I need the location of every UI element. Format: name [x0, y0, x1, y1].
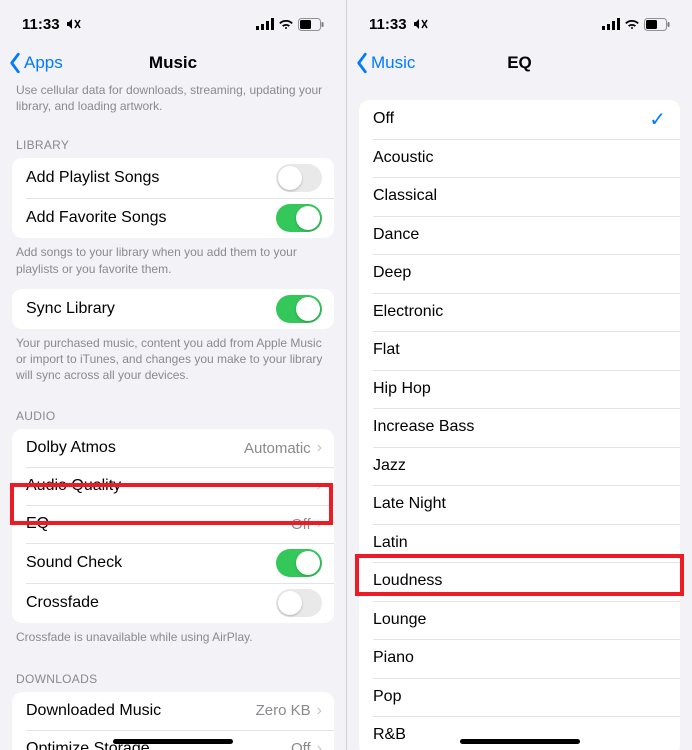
back-button[interactable]: Music: [355, 52, 415, 74]
section-downloads: DOWNLOADS: [0, 658, 346, 692]
signal-icon: [256, 18, 274, 30]
section-audio: AUDIO: [0, 395, 346, 429]
back-label: Music: [371, 53, 415, 73]
eq-option-r&b[interactable]: R&B: [359, 716, 680, 750]
status-bar: 11:33: [347, 0, 692, 44]
eq-option-label: Acoustic: [373, 149, 433, 167]
eq-option-label: Classical: [373, 187, 437, 205]
eq-option-hip-hop[interactable]: Hip Hop: [359, 370, 680, 409]
toggle-add-playlist[interactable]: [276, 164, 322, 192]
row-dolby-atmos[interactable]: Dolby Atmos Automatic ›: [12, 429, 334, 467]
eq-option-acoustic[interactable]: Acoustic: [359, 139, 680, 178]
toggle-add-favorite[interactable]: [276, 204, 322, 232]
eq-option-label: Flat: [373, 341, 400, 359]
eq-settings-screen: 11:33 Music EQ: [346, 0, 692, 750]
eq-option-label: Late Night: [373, 495, 446, 513]
eq-option-loudness[interactable]: Loudness: [359, 562, 680, 601]
wifi-icon: [624, 18, 640, 30]
eq-option-dance[interactable]: Dance: [359, 216, 680, 255]
content-scroll[interactable]: Use cellular data for downloads, streami…: [0, 82, 346, 750]
eq-option-label: Latin: [373, 534, 408, 552]
toggle-crossfade[interactable]: [276, 589, 322, 617]
content-scroll[interactable]: Off ✓ Acoustic Classical Dance Deep Electronic…: [347, 82, 692, 750]
eq-option-classical[interactable]: Classical: [359, 177, 680, 216]
row-eq[interactable]: EQ Off ›: [12, 505, 334, 543]
eq-option-label: Loudness: [373, 572, 442, 590]
add-songs-hint: Add songs to your library when you add t…: [0, 238, 346, 288]
chevron-right-icon: ›: [317, 702, 322, 720]
eq-option-off[interactable]: Off ✓: [359, 100, 680, 139]
nav-bar: Apps Music: [0, 44, 346, 82]
mute-icon: [66, 17, 82, 31]
signal-icon: [602, 18, 620, 30]
eq-option-label: Jazz: [373, 457, 406, 475]
eq-option-lounge[interactable]: Lounge: [359, 601, 680, 640]
section-library: LIBRARY: [0, 124, 346, 158]
chevron-right-icon: ›: [317, 515, 322, 533]
row-sync-library[interactable]: Sync Library: [12, 289, 334, 329]
eq-option-electronic[interactable]: Electronic: [359, 293, 680, 332]
eq-option-jazz[interactable]: Jazz: [359, 447, 680, 486]
eq-option-label: Dance: [373, 226, 419, 244]
eq-option-label: R&B: [373, 726, 406, 744]
chevron-right-icon: ›: [317, 477, 322, 495]
row-crossfade[interactable]: Crossfade: [12, 583, 334, 623]
toggle-sync-library[interactable]: [276, 295, 322, 323]
chevron-right-icon: ›: [317, 439, 322, 457]
eq-option-latin[interactable]: Latin: [359, 524, 680, 563]
sync-hint: Your purchased music, content you add fr…: [0, 329, 346, 396]
home-indicator[interactable]: [113, 739, 233, 744]
status-bar: 11:33: [0, 0, 346, 44]
eq-option-label: Pop: [373, 688, 401, 706]
row-audio-quality[interactable]: Audio Quality ›: [12, 467, 334, 505]
home-indicator[interactable]: [460, 739, 580, 744]
checkmark-icon: ✓: [649, 107, 666, 132]
battery-icon: [298, 18, 324, 31]
cellular-hint: Use cellular data for downloads, streami…: [0, 82, 346, 124]
row-add-favorite-songs[interactable]: Add Favorite Songs: [12, 198, 334, 238]
row-sound-check[interactable]: Sound Check: [12, 543, 334, 583]
toggle-sound-check[interactable]: [276, 549, 322, 577]
status-time: 11:33: [22, 16, 60, 33]
music-settings-screen: 11:33 Apps Musi: [0, 0, 346, 750]
eq-option-label: Piano: [373, 649, 414, 667]
battery-icon: [644, 18, 670, 31]
eq-option-label: Lounge: [373, 611, 426, 629]
eq-option-piano[interactable]: Piano: [359, 639, 680, 678]
mute-icon: [413, 17, 429, 31]
eq-option-late-night[interactable]: Late Night: [359, 485, 680, 524]
wifi-icon: [278, 18, 294, 30]
eq-option-flat[interactable]: Flat: [359, 331, 680, 370]
row-downloaded-music[interactable]: Downloaded Music Zero KB ›: [12, 692, 334, 730]
eq-option-label: Deep: [373, 264, 411, 282]
eq-option-label: Hip Hop: [373, 380, 431, 398]
eq-option-label: Increase Bass: [373, 418, 474, 436]
eq-option-label: Electronic: [373, 303, 443, 321]
status-time: 11:33: [369, 16, 407, 33]
nav-bar: Music EQ: [347, 44, 692, 82]
eq-options-list: Off ✓ Acoustic Classical Dance Deep Electronic…: [359, 100, 680, 750]
back-button[interactable]: Apps: [8, 52, 63, 74]
back-label: Apps: [24, 53, 63, 73]
eq-option-increase-bass[interactable]: Increase Bass: [359, 408, 680, 447]
eq-option-label: Off: [373, 110, 394, 128]
eq-option-pop[interactable]: Pop: [359, 678, 680, 717]
eq-option-deep[interactable]: Deep: [359, 254, 680, 293]
row-add-playlist-songs[interactable]: Add Playlist Songs: [12, 158, 334, 198]
chevron-right-icon: ›: [317, 740, 322, 750]
crossfade-hint: Crossfade is unavailable while using Air…: [0, 623, 346, 657]
